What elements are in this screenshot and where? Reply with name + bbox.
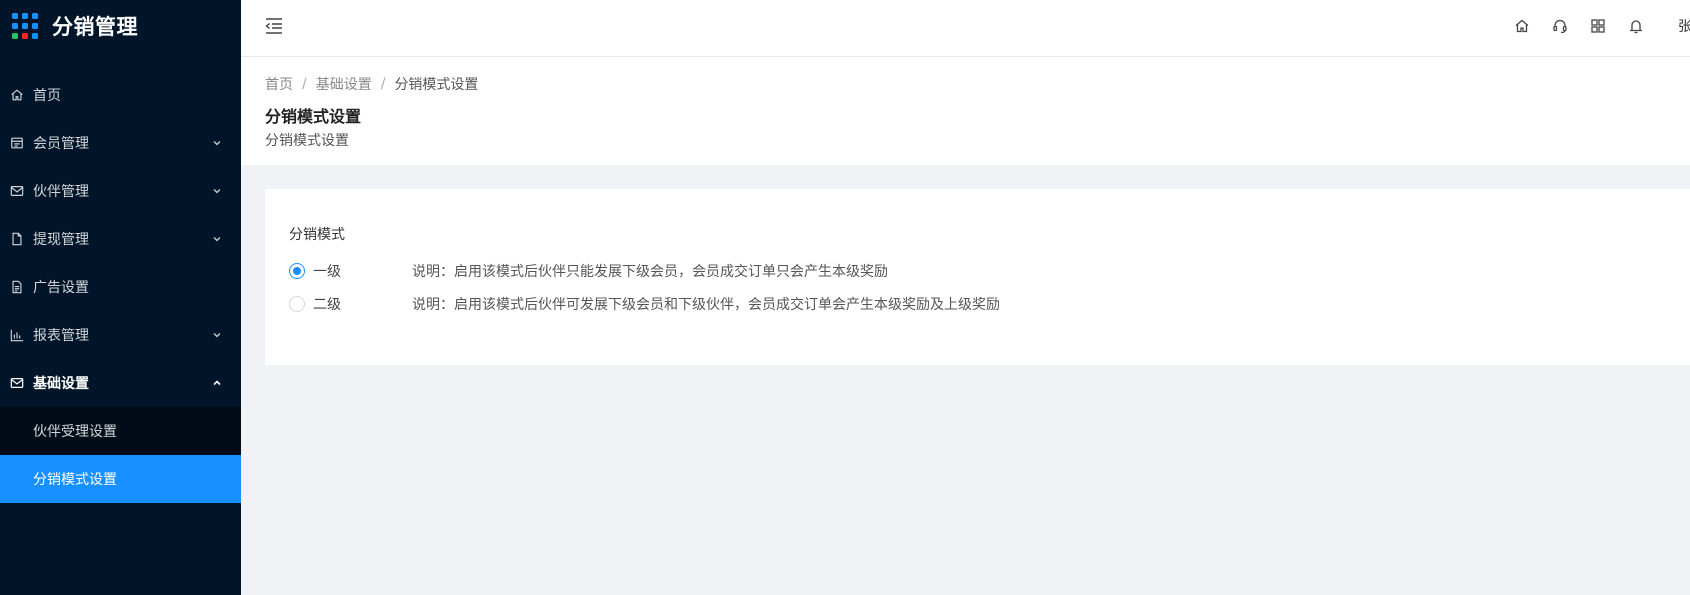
top-header: 张 xyxy=(241,0,1690,57)
chevron-down-icon xyxy=(211,137,223,149)
sidebar-item-ads[interactable]: 广告设置 xyxy=(0,263,241,311)
radio-dot xyxy=(293,266,301,275)
sidebar-item-home[interactable]: 首页 xyxy=(0,71,241,119)
logo-dot xyxy=(22,13,28,19)
distribution-mode-card: 分销模式 一级 说明：启用该模式后伙伴只能发展下级会员，会员成交订单只会产生本级… xyxy=(265,189,1690,365)
menu-fold-icon[interactable] xyxy=(264,17,284,35)
app-title: 分销管理 xyxy=(52,15,138,39)
page-header: 首页 / 基础设置 / 分销模式设置 分销模式设置 分销模式设置 xyxy=(241,57,1690,165)
sidebar-item-member[interactable]: 会员管理 xyxy=(0,119,241,167)
doc-icon xyxy=(10,280,24,294)
sidebar-item-label: 报表管理 xyxy=(33,328,89,344)
form-label-distribution-mode: 分销模式 xyxy=(289,227,345,243)
sidebar-menu: 首页 会员管理 伙伴管理 提现管理 广告设置 报表管理 基础设置 伙伴受理设置 … xyxy=(0,71,241,503)
sidebar-item-withdraw[interactable]: 提现管理 xyxy=(0,215,241,263)
logo-dot xyxy=(12,13,18,19)
logo-dot xyxy=(32,23,38,29)
sidebar-item-label: 广告设置 xyxy=(33,280,89,296)
logo-dot xyxy=(22,23,28,29)
breadcrumb: 首页 / 基础设置 / 分销模式设置 xyxy=(265,74,1690,94)
home-icon[interactable] xyxy=(1513,17,1531,35)
sidebar-item-reports[interactable]: 报表管理 xyxy=(0,311,241,359)
logo-dot xyxy=(32,33,38,39)
logo-dot xyxy=(12,23,18,29)
user-name[interactable]: 张 xyxy=(1678,16,1690,36)
home-icon xyxy=(10,88,24,102)
sidebar-item-label: 基础设置 xyxy=(33,376,89,392)
submenu-basic-settings: 伙伴受理设置 分销模式设置 xyxy=(0,407,241,503)
page-subtitle: 分销模式设置 xyxy=(265,133,349,149)
radio-description-level-one: 说明：启用该模式后伙伴只能发展下级会员，会员成交订单只会产生本级奖励 xyxy=(412,263,888,280)
mail-icon xyxy=(10,376,24,390)
sidebar-item-label: 提现管理 xyxy=(33,232,89,248)
radio-label-level-one[interactable]: 一级 xyxy=(313,261,412,281)
chevron-down-icon xyxy=(211,233,223,245)
apps-icon[interactable] xyxy=(1589,17,1607,35)
logo-dot xyxy=(32,13,38,19)
logo-dot xyxy=(12,33,18,39)
sidebar-item-partner[interactable]: 伙伴管理 xyxy=(0,167,241,215)
logo-grid-icon xyxy=(12,13,38,39)
breadcrumb-item-basic-settings[interactable]: 基础设置 xyxy=(316,74,372,94)
sidebar-item-label: 会员管理 xyxy=(33,136,89,152)
breadcrumb-separator: / xyxy=(302,76,307,92)
page-title: 分销模式设置 xyxy=(265,107,362,126)
chevron-down-icon xyxy=(211,185,223,197)
file-icon xyxy=(10,232,24,246)
sidebar-subitem-distribution-mode[interactable]: 分销模式设置 xyxy=(0,455,241,503)
logo-area: 分销管理 xyxy=(0,0,241,52)
chevron-up-icon xyxy=(211,377,223,389)
sidebar-item-label: 伙伴管理 xyxy=(33,184,89,200)
chevron-down-icon xyxy=(211,329,223,341)
logo-dot xyxy=(22,33,28,39)
mail-icon xyxy=(10,184,24,198)
sidebar-item-basic-settings[interactable]: 基础设置 xyxy=(0,359,241,407)
headset-icon[interactable] xyxy=(1551,17,1569,35)
sidebar: 分销管理 首页 会员管理 伙伴管理 提现管理 广告设置 报表管理 基础设置 伙伴… xyxy=(0,0,241,595)
bell-icon[interactable] xyxy=(1627,17,1645,35)
breadcrumb-separator: / xyxy=(380,76,386,92)
breadcrumb-item-current: 分销模式设置 xyxy=(394,77,479,93)
sidebar-subitem-partner-acceptance[interactable]: 伙伴受理设置 xyxy=(0,407,241,455)
header-icon-group xyxy=(1513,17,1665,35)
radio-option-level-one: 一级 说明：启用该模式后伙伴只能发展下级会员，会员成交订单只会产生本级奖励 xyxy=(289,254,1690,287)
breadcrumb-item-home[interactable]: 首页 xyxy=(265,74,293,94)
sidebar-item-label: 首页 xyxy=(33,88,61,104)
bar-chart-icon xyxy=(10,328,24,342)
radio-button-level-one[interactable] xyxy=(289,262,305,279)
member-icon xyxy=(10,136,24,150)
radio-description-level-two: 说明：启用该模式后伙伴可发展下级会员和下级伙伴，会员成交订单会产生本级奖励及上级… xyxy=(412,296,1000,313)
radio-label-level-two[interactable]: 二级 xyxy=(313,294,412,314)
radio-option-level-two: 二级 说明：启用该模式后伙伴可发展下级会员和下级伙伴，会员成交订单会产生本级奖励… xyxy=(289,287,1690,320)
radio-button-level-two[interactable] xyxy=(289,295,305,312)
